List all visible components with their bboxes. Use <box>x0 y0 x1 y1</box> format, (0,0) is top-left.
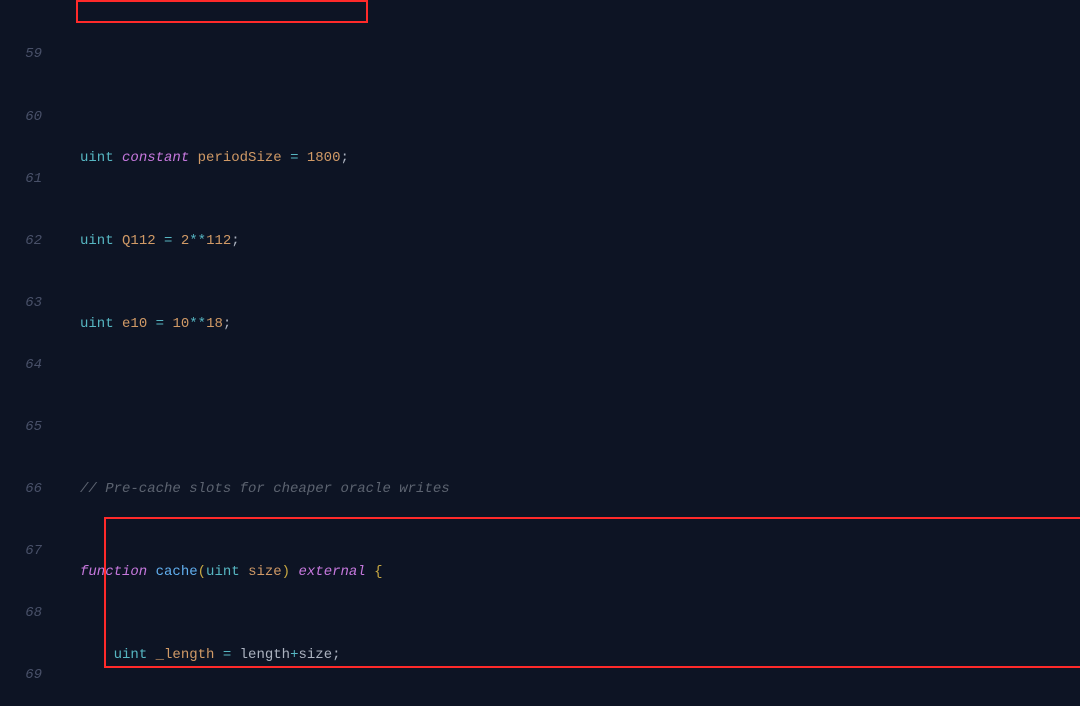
token-brace: { <box>374 564 382 580</box>
token-identifier: Q112 <box>122 233 156 249</box>
token-type: uint <box>206 564 240 580</box>
line-number: 65 <box>0 417 42 438</box>
token-operator: = <box>290 150 298 166</box>
token-identifier: _length <box>156 647 215 663</box>
token-identifier: size <box>298 647 332 663</box>
token-identifier: length <box>240 647 290 663</box>
line-number: 60 <box>0 107 42 128</box>
code-content[interactable]: uint constant periodSize = 1800; uint Q1… <box>60 0 1080 706</box>
token-operator: = <box>223 647 231 663</box>
line-number: 68 <box>0 603 42 624</box>
token-punct: ; <box>223 316 231 332</box>
token-paren: ) <box>282 564 290 580</box>
highlight-box-periodSize <box>76 0 368 23</box>
code-line[interactable]: uint _length = length+size; <box>80 645 1080 666</box>
token-type: uint <box>80 233 114 249</box>
token-number: 1800 <box>307 150 341 166</box>
token-keyword: constant <box>122 150 189 166</box>
token-number: 2 <box>181 233 189 249</box>
token-operator: = <box>156 316 164 332</box>
token-type: uint <box>114 647 148 663</box>
token-keyword: function <box>80 564 147 580</box>
token-identifier: size <box>248 564 282 580</box>
token-type: uint <box>80 316 114 332</box>
code-line[interactable]: // Pre-cache slots for cheaper oracle wr… <box>80 479 1080 500</box>
code-line[interactable]: uint Q112 = 2**112; <box>80 231 1080 252</box>
line-number: 69 <box>0 665 42 686</box>
token-number: 112 <box>206 233 231 249</box>
token-operator: ** <box>189 316 206 332</box>
code-line[interactable]: function cache(uint size) external { <box>80 562 1080 583</box>
code-line[interactable]: uint constant periodSize = 1800; <box>80 148 1080 169</box>
token-type: uint <box>80 150 114 166</box>
token-punct: ; <box>332 647 340 663</box>
code-line[interactable]: uint e10 = 10**18; <box>80 314 1080 335</box>
token-paren: ( <box>198 564 206 580</box>
token-operator: ** <box>189 233 206 249</box>
token-number: 10 <box>172 316 189 332</box>
token-punct: ; <box>231 233 239 249</box>
line-number: 66 <box>0 479 42 500</box>
token-keyword: external <box>298 564 365 580</box>
token-number: 18 <box>206 316 223 332</box>
token-operator: = <box>164 233 172 249</box>
token-function: cache <box>156 564 198 580</box>
code-line[interactable] <box>80 396 1080 417</box>
token-comment: // Pre-cache slots for cheaper oracle wr… <box>80 481 450 497</box>
code-editor[interactable]: 59 60 61 62 63 64 65 66 67 68 69 70 71 7… <box>0 0 1080 706</box>
line-number: 67 <box>0 541 42 562</box>
line-number: 62 <box>0 231 42 252</box>
line-number: 64 <box>0 355 42 376</box>
line-number: 63 <box>0 293 42 314</box>
token-identifier: e10 <box>122 316 147 332</box>
line-number: 61 <box>0 169 42 190</box>
line-number: 59 <box>0 44 42 65</box>
token-punct: ; <box>340 150 348 166</box>
line-number-gutter: 59 60 61 62 63 64 65 66 67 68 69 70 71 7… <box>0 0 60 706</box>
token-identifier: periodSize <box>198 150 282 166</box>
